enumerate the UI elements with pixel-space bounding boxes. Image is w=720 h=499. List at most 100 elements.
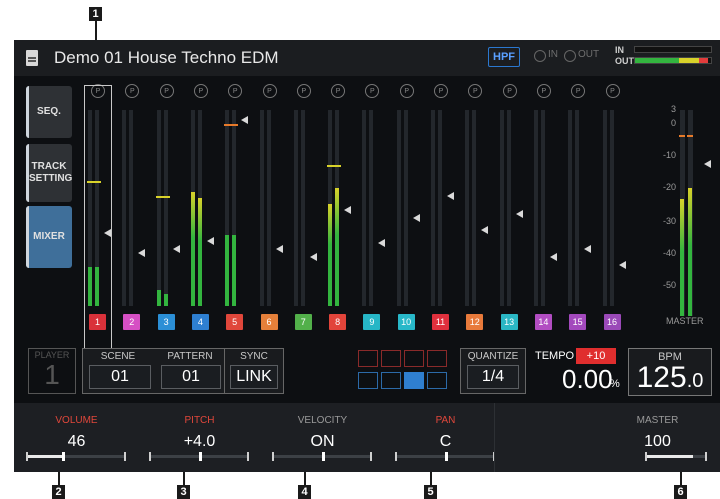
- pan-knob-icon[interactable]: P: [434, 84, 448, 98]
- pan-knob-icon[interactable]: P: [193, 84, 208, 98]
- param-slider[interactable]: [149, 452, 249, 461]
- pan-knob-icon[interactable]: P: [468, 84, 483, 98]
- channel-number[interactable]: 7: [294, 314, 312, 330]
- bpm-display[interactable]: BPM 125.0: [628, 348, 712, 396]
- quantize-value[interactable]: 1/4: [467, 365, 519, 389]
- pattern-pad[interactable]: [404, 372, 424, 389]
- pattern-pad[interactable]: [404, 350, 424, 367]
- pan-knob-icon[interactable]: P: [571, 84, 586, 98]
- slider-cap-right: [705, 452, 707, 461]
- channel-strip: P 12: [460, 84, 490, 334]
- slider-cap-left: [26, 452, 28, 461]
- channel-number[interactable]: 12: [466, 314, 484, 330]
- master-scale-tick: -50: [662, 280, 676, 290]
- channel-number[interactable]: 2: [123, 314, 141, 330]
- tempo-unit: %: [610, 378, 620, 390]
- slider-cap-right: [370, 452, 372, 461]
- project-title: Demo 01 House Techno EDM: [54, 48, 279, 67]
- scene-value[interactable]: 01: [89, 365, 151, 389]
- pan-knob-icon[interactable]: P: [125, 84, 140, 98]
- level-fill: [163, 294, 168, 306]
- param-label: VELOCITY: [297, 415, 348, 426]
- param-velocity[interactable]: VELOCITY ON: [260, 403, 385, 472]
- channel-number[interactable]: 5: [226, 314, 244, 330]
- channel-number[interactable]: 9: [363, 314, 381, 330]
- channel-number[interactable]: 16: [603, 314, 621, 330]
- title-bar: Demo 01 House Techno EDM HPF IN OUT IN O…: [14, 40, 720, 76]
- fader-marker[interactable]: [618, 260, 626, 269]
- pan-knob-icon[interactable]: P: [296, 84, 311, 98]
- pan-knob-icon[interactable]: P: [502, 84, 517, 98]
- fader-marker[interactable]: [481, 225, 489, 234]
- hpf-indicator[interactable]: HPF: [488, 47, 520, 67]
- fader-marker[interactable]: [309, 253, 317, 261]
- channel-strip: P3: [152, 84, 182, 334]
- side-button-track-setting[interactable]: TRACK SETTING: [26, 144, 72, 202]
- pan-knob-icon[interactable]: P: [331, 84, 346, 98]
- param-slider[interactable]: [395, 452, 495, 461]
- fader-marker[interactable]: [378, 239, 386, 248]
- fader-marker[interactable]: [275, 245, 283, 254]
- fader-marker[interactable]: [447, 192, 454, 201]
- param-pan[interactable]: PAN C: [383, 403, 508, 472]
- master-fader-marker[interactable]: [704, 159, 711, 168]
- fader-marker[interactable]: [515, 209, 523, 218]
- tempo-range-badge[interactable]: +10: [576, 348, 616, 364]
- pattern-pad[interactable]: [427, 372, 447, 389]
- channel-number[interactable]: 15: [569, 314, 587, 330]
- slider-cap-right: [124, 452, 126, 461]
- pan-knob-icon[interactable]: P: [536, 84, 551, 98]
- level-meter-left: [568, 110, 573, 306]
- channel-number[interactable]: 8: [329, 314, 347, 330]
- channel-number[interactable]: 3: [157, 314, 175, 330]
- channel-number[interactable]: 6: [260, 314, 278, 330]
- fader-marker[interactable]: [344, 205, 352, 214]
- fader-marker[interactable]: [138, 249, 146, 258]
- slider-position-marker: [445, 452, 448, 461]
- side-button-edge: [26, 86, 29, 138]
- param-master[interactable]: MASTER 100: [595, 403, 720, 472]
- pattern-pad[interactable]: [381, 350, 401, 367]
- channel-number[interactable]: 13: [500, 314, 518, 330]
- fader-marker[interactable]: [172, 245, 180, 254]
- fader-marker[interactable]: [241, 115, 249, 124]
- level-meter-right: [575, 110, 580, 306]
- param-volume[interactable]: VOLUME 46: [14, 403, 139, 472]
- fader-marker[interactable]: [549, 253, 557, 261]
- channel-number[interactable]: 10: [397, 314, 415, 330]
- sync-value[interactable]: LINK: [230, 365, 278, 389]
- callout-4: 4: [298, 485, 311, 499]
- channel-strip: P6: [255, 84, 285, 334]
- pan-knob-icon[interactable]: P: [159, 84, 174, 98]
- master-level-fill: [688, 188, 692, 316]
- output-label: OUT: [578, 49, 600, 60]
- fader-marker[interactable]: [206, 237, 214, 246]
- pan-knob-icon[interactable]: P: [605, 84, 620, 98]
- level-meter-left: [431, 110, 435, 306]
- channel-number[interactable]: 14: [534, 314, 552, 330]
- channel-strip: P 11: [426, 84, 456, 334]
- channel-strip: P 15: [563, 84, 593, 334]
- pan-knob-icon[interactable]: P: [262, 84, 277, 98]
- param-pitch[interactable]: PITCH +4.0: [137, 403, 262, 472]
- callout-1: 1: [89, 7, 102, 21]
- pattern-value[interactable]: 01: [161, 365, 221, 389]
- side-button-seq[interactable]: SEQ.: [26, 86, 72, 138]
- pan-knob-icon[interactable]: P: [365, 84, 380, 98]
- pattern-pad[interactable]: [358, 350, 378, 367]
- side-button-mixer[interactable]: MIXER: [26, 206, 72, 268]
- param-master-slider[interactable]: [645, 452, 707, 461]
- pattern-pad[interactable]: [358, 372, 378, 389]
- fader-marker[interactable]: [584, 245, 592, 254]
- pattern-pad[interactable]: [381, 372, 401, 389]
- pan-knob-icon[interactable]: P: [228, 84, 243, 98]
- param-slider[interactable]: [272, 452, 372, 461]
- channel-strip: P 13: [495, 84, 525, 334]
- channel-number[interactable]: 11: [432, 314, 449, 330]
- param-slider[interactable]: [26, 452, 126, 461]
- param-value: 46: [67, 433, 86, 450]
- channel-number[interactable]: 4: [191, 314, 209, 330]
- pan-knob-icon[interactable]: P: [399, 84, 414, 98]
- fader-marker[interactable]: [412, 213, 420, 222]
- pattern-pad[interactable]: [427, 350, 447, 367]
